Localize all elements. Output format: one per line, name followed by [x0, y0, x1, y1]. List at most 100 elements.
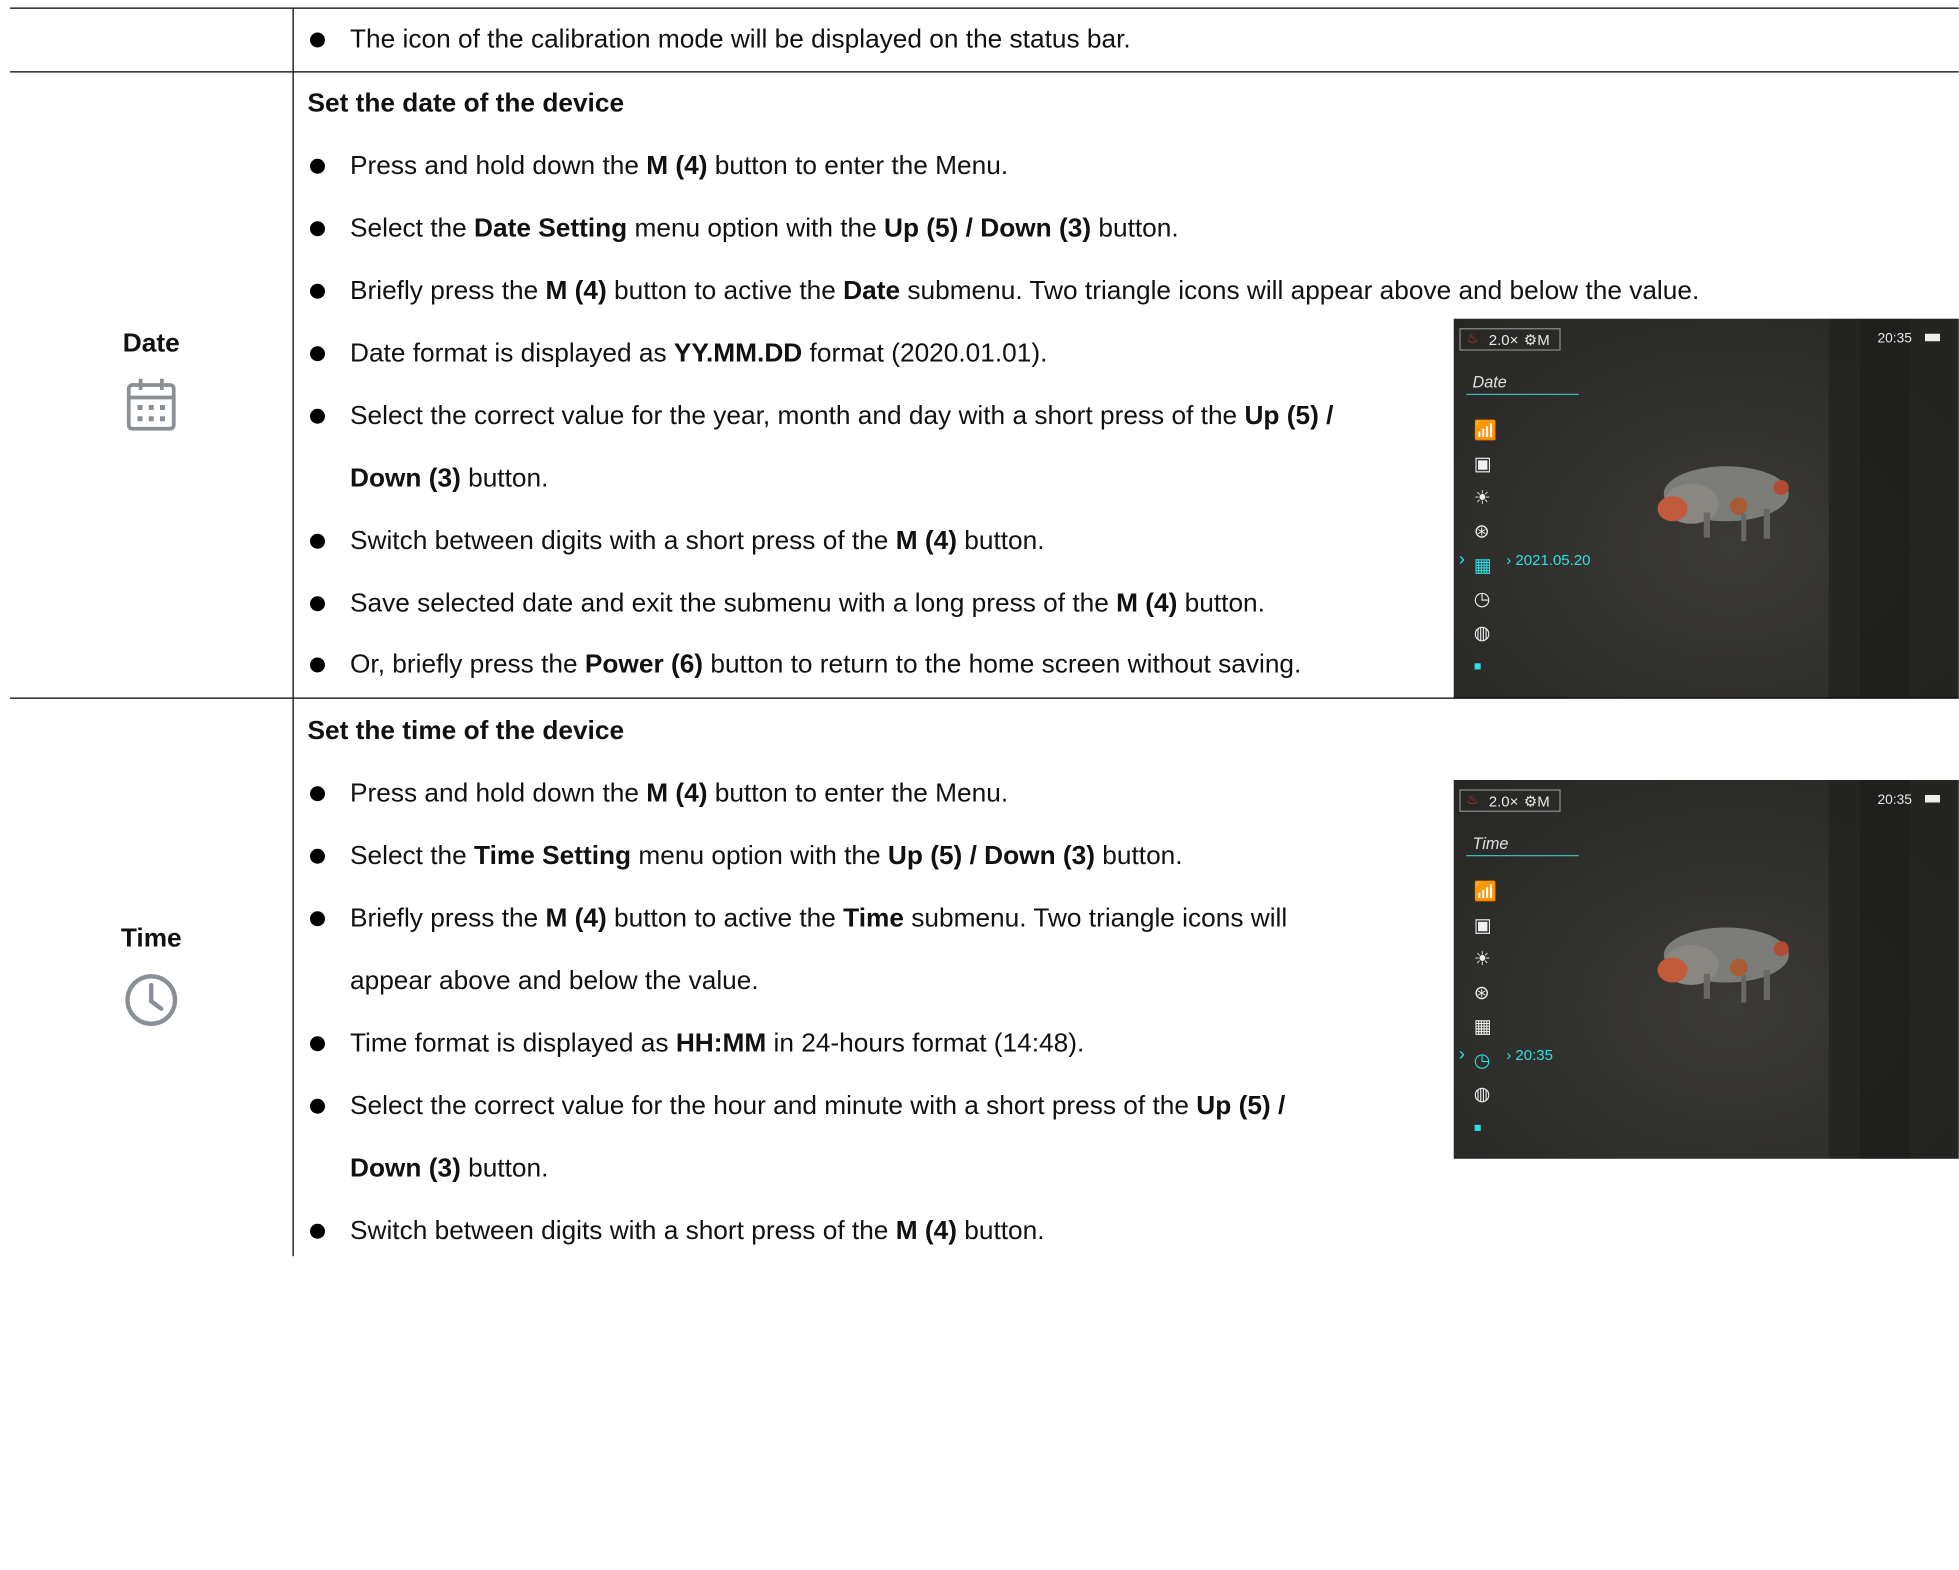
- text-run: Press and hold down the: [350, 778, 647, 808]
- text-run: button to active the: [606, 276, 844, 305]
- status-zoom: 2.0×: [1488, 792, 1519, 811]
- clock-icon: [10, 971, 293, 1029]
- date-bullet-4-cont: Down (3) button.: [350, 464, 548, 494]
- text-run: Select the: [350, 213, 475, 243]
- clock-menu-icon: ◷: [1473, 588, 1491, 610]
- date-bullet-0: Press and hold down the M (4) button to …: [350, 151, 1008, 181]
- bullet-dot: [310, 657, 325, 673]
- storage-icon: ▣: [1473, 915, 1492, 937]
- bold-term: Up (5) / Down (3): [887, 841, 1095, 870]
- date-heading: Set the date of the device: [307, 88, 625, 118]
- date-bullet-7: Or, briefly press the Power (6) button t…: [350, 650, 1301, 680]
- date-bullet-3: Date format is displayed as YY.MM.DD for…: [350, 339, 1047, 369]
- bold-term: Up (5) / Down (3): [884, 213, 1092, 243]
- text-run: submenu. Two triangle icons will: [903, 903, 1288, 933]
- date-bullet-4: Select the correct value for the year, m…: [350, 401, 1333, 431]
- text-run: Briefly press the: [350, 903, 546, 933]
- time-row-label: Time: [10, 924, 293, 1029]
- bold-term: M (4): [1116, 588, 1178, 618]
- bullet-dot: [310, 1223, 325, 1239]
- text-run: button to return to the home screen with…: [703, 650, 1302, 679]
- text-run: Time format is displayed as: [350, 1028, 676, 1058]
- time-label: Time: [120, 923, 182, 953]
- text-run: Select the correct value for the year, m…: [350, 401, 1245, 430]
- brightness-icon: ☀: [1473, 487, 1491, 509]
- globe-icon: ◍: [1473, 1083, 1491, 1105]
- bullet-dot: [310, 221, 325, 237]
- selected-value: › 20:35: [1506, 1046, 1553, 1064]
- shutter-icon: ⊛: [1473, 982, 1490, 1004]
- bold-term: Up (5) /: [1196, 1091, 1286, 1120]
- selected-value: › 2021.05.20: [1506, 551, 1591, 569]
- calendar-icon: [10, 376, 293, 434]
- bullet-dot: [310, 283, 325, 299]
- top-bullet-0: The icon of the calibration mode will be…: [350, 25, 1131, 55]
- selection-chevron-icon: ›: [1458, 548, 1465, 570]
- bold-term: M (4): [545, 276, 607, 305]
- status-mode: ⚙M: [1523, 331, 1550, 349]
- date-device-screenshot: ♨ 2.0× ⚙M 20:35 Date 📶 ▣ ☀ ⊛ ▦ ◷ ◍ ■ › ›…: [1453, 318, 1959, 698]
- bold-term: Time: [843, 903, 904, 933]
- table-top-border: [10, 7, 1959, 9]
- text-run: button.: [956, 1216, 1045, 1245]
- text-run: menu option with the: [631, 841, 888, 870]
- text-run: button.: [1095, 841, 1183, 870]
- text-run: button to enter the Menu.: [707, 151, 1009, 180]
- status-zoom: 2.0×: [1488, 331, 1519, 349]
- brightness-icon: ☀: [1473, 948, 1491, 970]
- menu-title-underline: [1466, 855, 1579, 857]
- menu-icons: 📶 ▣ ☀ ⊛ ▦ ◷ ◍ ■: [1474, 875, 1497, 1145]
- text-run: Briefly press the: [350, 276, 546, 305]
- status-mode: ⚙M: [1523, 792, 1550, 811]
- text-run: button.: [1177, 588, 1265, 618]
- date-bullet-6: Save selected date and exit the submenu …: [350, 589, 1265, 619]
- selection-chevron-icon: ›: [1458, 1043, 1465, 1065]
- text-run: Or, briefly press the: [350, 650, 585, 679]
- globe-icon: ◍: [1473, 622, 1491, 644]
- text-run: Switch between digits with a short press…: [350, 526, 896, 555]
- time-bullet-1: Select the Time Setting menu option with…: [350, 841, 1183, 871]
- bullet-dot: [310, 32, 325, 48]
- text-run: in 24-hours format (14:48).: [766, 1028, 1085, 1058]
- bold-term: Power (6): [584, 650, 704, 679]
- row-divider-time: [10, 697, 1959, 699]
- time-bullet-2-cont: appear above and below the value.: [350, 966, 759, 996]
- bullet-dot: [310, 848, 325, 864]
- bold-term: M (4): [646, 778, 708, 808]
- bullet-dot: [310, 533, 325, 549]
- menu-title-underline: [1466, 393, 1579, 395]
- text-run: button.: [460, 463, 549, 493]
- bullet-dot: [310, 1098, 325, 1114]
- row-divider-date: [10, 71, 1959, 73]
- time-bullet-3: Time format is displayed as HH:MM in 24-…: [350, 1029, 1084, 1059]
- text-run: submenu. Two triangle icons will appear …: [900, 276, 1700, 305]
- clock-menu-icon: ◷: [1473, 1050, 1491, 1072]
- date-bullet-1: Select the Date Setting menu option with…: [350, 214, 1179, 244]
- text-run: Select the correct value for the hour an…: [350, 1091, 1197, 1120]
- text-run: Select the: [350, 841, 475, 870]
- bold-term: Up (5) /: [1244, 401, 1334, 430]
- time-heading: Set the time of the device: [307, 716, 625, 745]
- column-divider: [292, 7, 294, 1257]
- text-run: button to active the: [606, 903, 844, 933]
- text-run: Date format is displayed as: [350, 338, 674, 368]
- time-bullet-4: Select the correct value for the hour an…: [350, 1091, 1285, 1121]
- time-device-screenshot: ♨ 2.0× ⚙M 20:35 Time 📶 ▣ ☀ ⊛ ▦ ◷ ◍ ■ › ›…: [1453, 780, 1959, 1159]
- status-clock: 20:35: [1877, 792, 1912, 808]
- bold-term: Down (3): [350, 463, 461, 493]
- battery-icon: [1925, 333, 1940, 342]
- date-bullet-2: Briefly press the M (4) button to active…: [350, 276, 1699, 306]
- bold-term: M (4): [545, 903, 607, 933]
- bullet-dot: [310, 786, 325, 802]
- text-run: Switch between digits with a short press…: [350, 1216, 896, 1245]
- bold-term: YY.MM.DD: [673, 338, 803, 368]
- text-run: format (2020.01.01).: [802, 338, 1048, 368]
- bullet-dot: [310, 1036, 325, 1052]
- more-dot-icon: ■: [1473, 1121, 1482, 1135]
- bullet-dot: [310, 911, 325, 927]
- more-dot-icon: ■: [1473, 660, 1482, 674]
- bold-term: M (4): [895, 526, 957, 555]
- wifi-icon: 📶: [1473, 881, 1498, 903]
- time-bullet-0: Press and hold down the M (4) button to …: [350, 779, 1008, 809]
- gear-icon: ⚙: [1523, 331, 1538, 349]
